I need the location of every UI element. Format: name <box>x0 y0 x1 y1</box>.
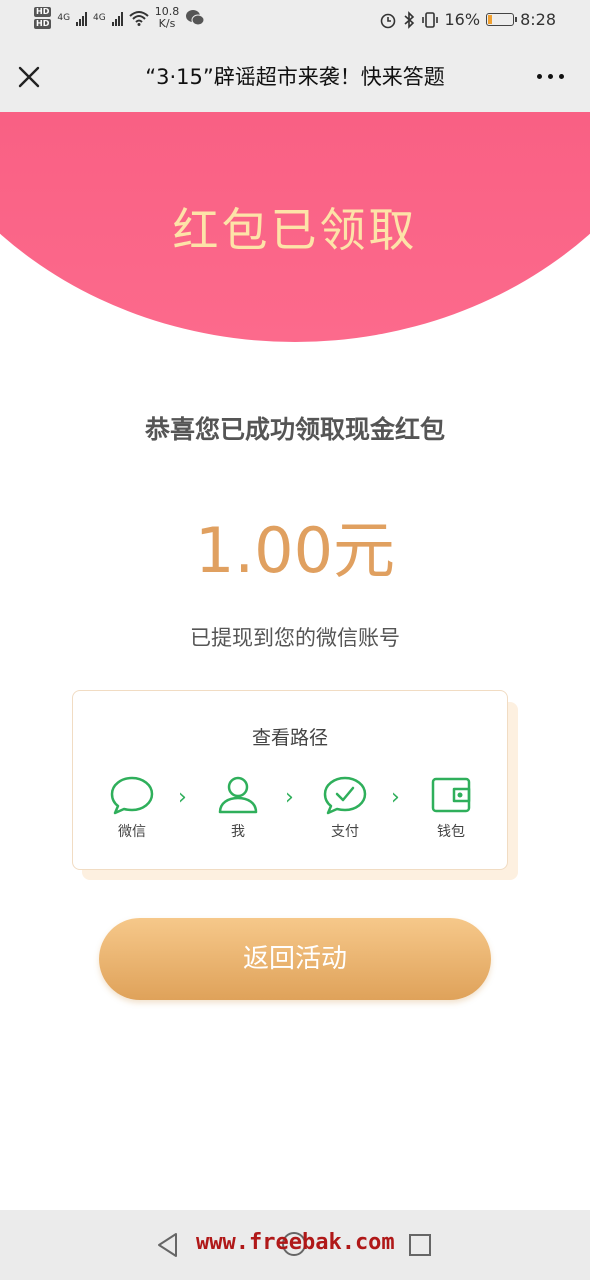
check-bubble-icon <box>323 776 367 815</box>
nav-recent-icon[interactable] <box>409 1234 431 1256</box>
path-card: 查看路径 微信 › 我 › 支付 › 钱包 <box>72 690 508 870</box>
hero-banner: 红包已领取 <box>0 112 590 344</box>
nav-back-icon[interactable] <box>156 1232 180 1258</box>
network-type-1: 4G <box>57 13 71 23</box>
chevron-right-icon: › <box>285 785 294 810</box>
hd-indicator: HD HD <box>34 7 52 29</box>
battery-percent: 16% <box>444 10 481 29</box>
chat-bubble-icon <box>110 776 154 815</box>
speed-unit: K/s <box>158 17 176 30</box>
back-to-activity-button[interactable]: 返回活动 <box>99 918 491 1000</box>
wifi-icon <box>129 11 149 26</box>
bluetooth-icon <box>403 10 414 29</box>
congrats-text: 恭喜您已成功领取现金红包 <box>144 415 445 444</box>
person-icon <box>218 776 258 814</box>
watermark-text: www.freebak.com <box>196 1230 395 1255</box>
step-label-wallet: 钱包 <box>437 824 465 840</box>
step-wechat: 微信 <box>102 775 162 841</box>
step-label-pay: 支付 <box>331 824 359 840</box>
wallet-icon <box>431 777 471 813</box>
vibrate-icon <box>421 11 438 28</box>
system-nav-bar: www.freebak.com <box>0 1210 590 1280</box>
network-type-2: 4G <box>93 13 106 23</box>
wechat-notification-icon <box>186 10 205 26</box>
net-speed: 10.8 K/s <box>155 6 180 30</box>
title-bar: “3·15”辟谣超市来袭！快来答题 <box>0 42 590 112</box>
clock: 8:28 <box>520 10 556 29</box>
withdraw-note: 已提现到您的微信账号 <box>190 626 400 650</box>
battery-icon <box>486 13 518 26</box>
step-label-wechat: 微信 <box>118 824 146 840</box>
step-label-me: 我 <box>231 824 245 840</box>
chevron-right-icon: › <box>391 785 400 810</box>
hd1-badge: HD <box>34 7 52 17</box>
more-options-icon[interactable] <box>537 74 564 79</box>
hd2-badge: HD <box>34 19 52 29</box>
amount-value: 1.00元 <box>194 514 396 587</box>
status-bar: HD HD 4G 4G 10.8 K/s 16% 8:28 <box>0 0 590 42</box>
chevron-right-icon: › <box>178 785 187 810</box>
path-card-title: 查看路径 <box>251 727 328 749</box>
signal-icon-2 <box>111 10 123 26</box>
step-pay: 支付 <box>315 775 375 841</box>
battery-fill <box>488 15 493 24</box>
signal-icon <box>76 10 88 26</box>
alarm-icon <box>380 13 395 28</box>
step-wallet: 钱包 <box>421 775 481 841</box>
step-me: 我 <box>208 775 268 841</box>
hero-title: 红包已领取 <box>172 203 418 257</box>
status-left: HD HD 4G 4G 10.8 K/s <box>34 6 205 30</box>
close-icon[interactable] <box>16 64 42 90</box>
page-title: “3·15”辟谣超市来袭！快来答题 <box>145 65 445 89</box>
status-right: 16% 8:28 <box>379 10 556 29</box>
